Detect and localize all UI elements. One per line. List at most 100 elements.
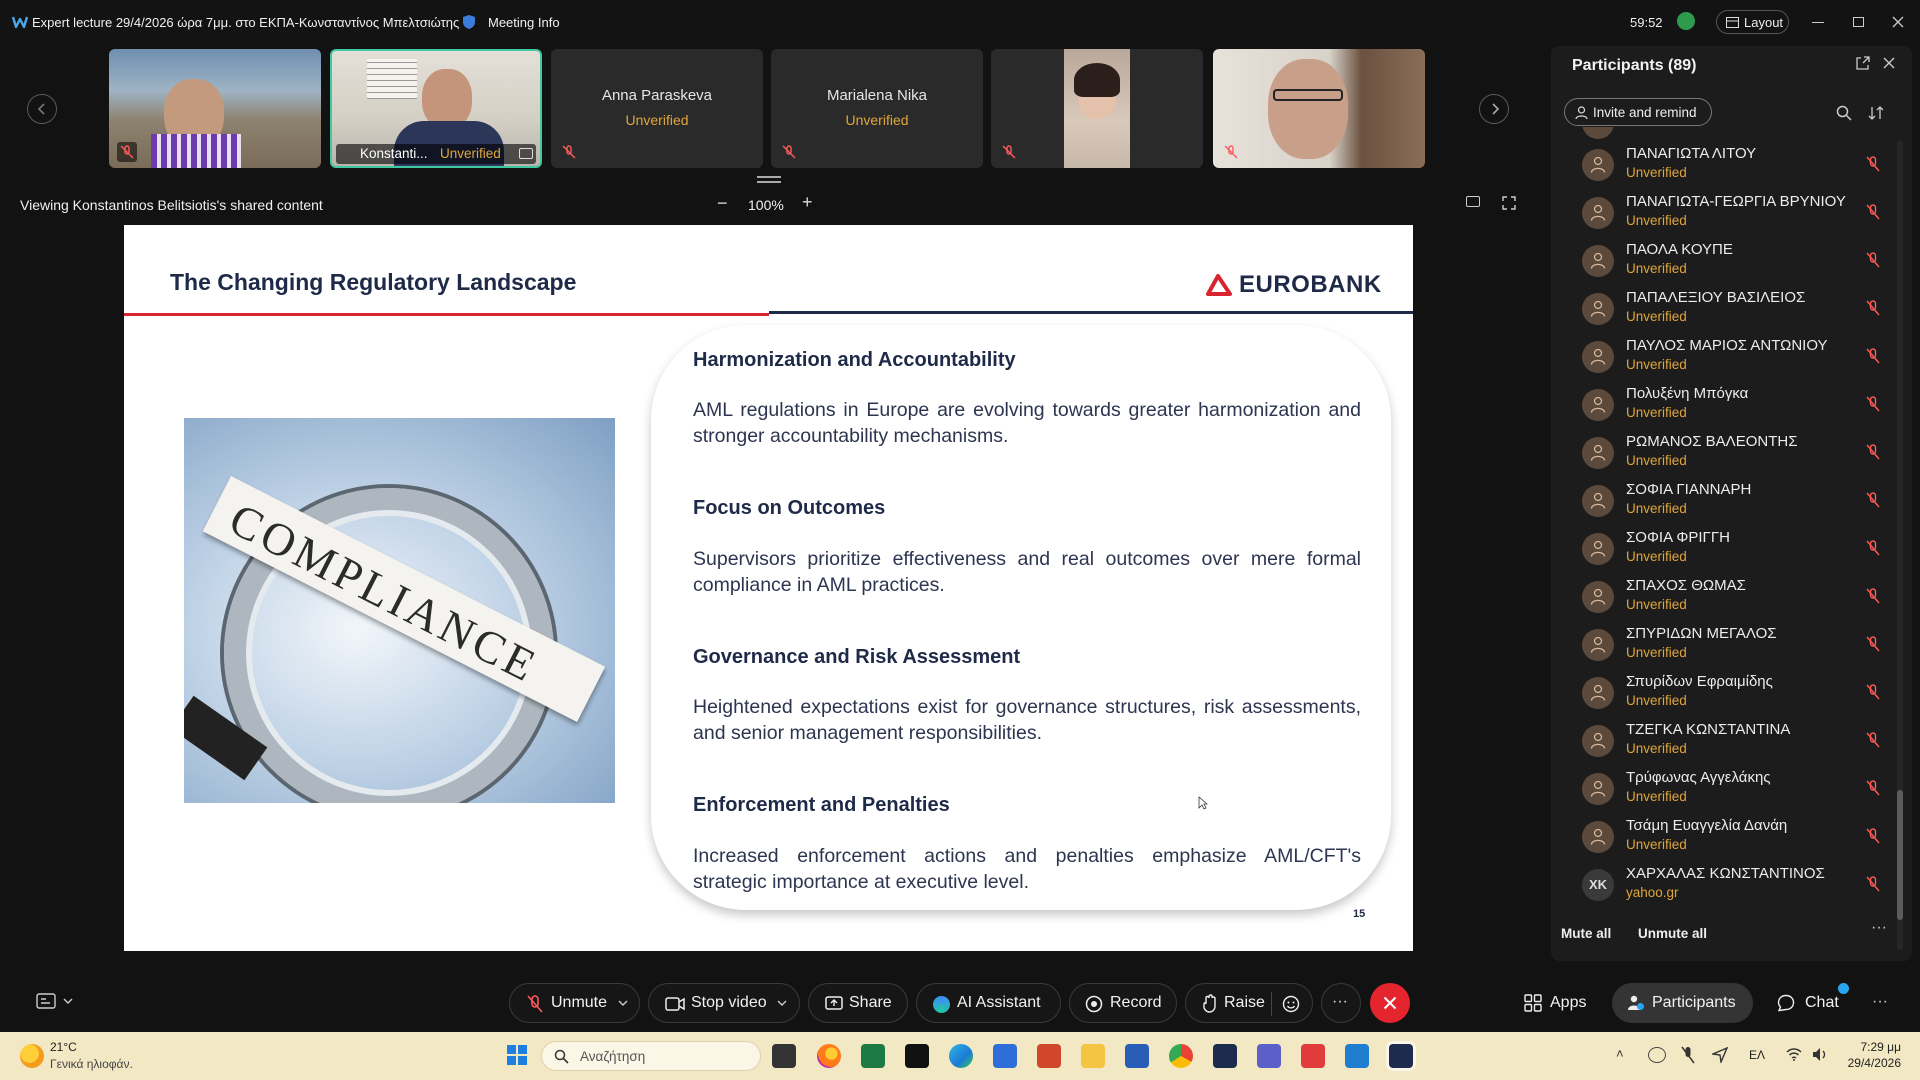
search-icon[interactable]: [1836, 105, 1852, 121]
zoom-out-button[interactable]: −: [717, 193, 728, 214]
store-icon[interactable]: [993, 1044, 1017, 1068]
participant-list-item[interactable]: Πολυξένη Μπόγκα Unverified: [1582, 381, 1902, 429]
mic-muted-icon[interactable]: [1864, 347, 1882, 365]
start-button[interactable]: [507, 1045, 527, 1065]
teamviewer-icon[interactable]: [1345, 1044, 1369, 1068]
wifi-icon[interactable]: [1786, 1048, 1802, 1061]
anydesk-icon[interactable]: [1301, 1044, 1325, 1068]
mic-muted-icon[interactable]: [1864, 395, 1882, 413]
zoom-in-button[interactable]: +: [802, 192, 813, 213]
mic-muted-icon[interactable]: [1864, 635, 1882, 653]
volume-icon[interactable]: [1812, 1047, 1828, 1062]
video-tile[interactable]: Marialena Nika Unverified: [771, 49, 983, 168]
meeting-info-link[interactable]: Meeting Info: [488, 15, 560, 30]
sort-icon[interactable]: [1868, 105, 1884, 121]
weather-sun-icon[interactable]: [20, 1044, 44, 1068]
close-panel-icon[interactable]: [1883, 57, 1895, 69]
participant-list-item[interactable]: ΠΑΟΛΑ ΚΟΥΠΕ Unverified: [1582, 237, 1902, 285]
unmute-button[interactable]: Unmute: [509, 983, 640, 1023]
excel-icon[interactable]: [861, 1044, 885, 1068]
mic-muted-icon[interactable]: [1864, 203, 1882, 221]
apps-button[interactable]: Apps: [1521, 983, 1593, 1023]
weather-temperature[interactable]: 21°C: [50, 1040, 77, 1054]
minimize-icon[interactable]: [1812, 22, 1824, 23]
mic-muted-icon[interactable]: [1864, 251, 1882, 269]
video-strip-next-button[interactable]: [1479, 94, 1509, 124]
participant-list-item[interactable]: ΠΑΠΑΛΕΞΙΟΥ ΒΑΣΙΛΕΙΟΣ Unverified: [1582, 285, 1902, 333]
participant-list-item[interactable]: ΠΑΥΛΟΣ ΜΑΡΙΟΣ ΑΝΤΩΝΙΟΥ Unverified: [1582, 333, 1902, 381]
more-options-icon[interactable]: ···: [1871, 919, 1887, 937]
mic-muted-icon[interactable]: [1864, 731, 1882, 749]
location-arrow-icon[interactable]: [1712, 1047, 1728, 1063]
captions-icon[interactable]: [36, 993, 56, 1009]
fullscreen-icon[interactable]: [1502, 196, 1516, 210]
participant-list-item[interactable]: ΣΠΑΧΟΣ ΘΩΜΑΣ Unverified: [1582, 573, 1902, 621]
weather-description[interactable]: Γενικά ηλιοφάν.: [50, 1057, 133, 1071]
share-button[interactable]: Share: [808, 983, 908, 1023]
ai-assistant-button[interactable]: AI Assistant: [916, 983, 1061, 1023]
word-icon[interactable]: [1125, 1044, 1149, 1068]
tray-chevron-up-icon[interactable]: ˄: [1616, 1046, 1624, 1061]
tradingview-icon[interactable]: [905, 1044, 929, 1068]
webex-icon[interactable]: [1213, 1044, 1237, 1068]
powerpoint-icon[interactable]: [1037, 1044, 1061, 1068]
video-tile[interactable]: [109, 49, 321, 168]
record-button[interactable]: Record: [1069, 983, 1177, 1023]
unmute-all-button[interactable]: Unmute all: [1638, 926, 1707, 941]
video-tile[interactable]: [1213, 49, 1425, 168]
mic-muted-icon[interactable]: [1864, 443, 1882, 461]
participant-list-item[interactable]: ΤΖΕΓΚΑ ΚΩΝΣΤΑΝΤΙΝΑ Unverified: [1582, 717, 1902, 765]
stop-video-button[interactable]: Stop video: [648, 983, 800, 1023]
restore-icon[interactable]: [1853, 17, 1864, 27]
participant-list-item[interactable]: ΠΑΝΑΓΙΩΤΑ ΛΙΤΟΥ Unverified: [1582, 141, 1902, 189]
close-icon[interactable]: [1892, 16, 1904, 28]
participant-list-item[interactable]: ΣΠΥΡΙΔΩΝ ΜΕΓΑΛΟΣ Unverified: [1582, 621, 1902, 669]
teams-icon[interactable]: [1257, 1044, 1281, 1068]
taskbar-search[interactable]: Αναζήτηση: [541, 1041, 761, 1071]
chat-button[interactable]: Chat: [1774, 983, 1849, 1023]
invite-and-remind-button[interactable]: Invite and remind: [1564, 98, 1712, 126]
reactions-icon[interactable]: [1282, 994, 1301, 1013]
more-controls-button[interactable]: ···: [1321, 983, 1361, 1023]
mic-muted-icon[interactable]: [1864, 827, 1882, 845]
participant-list-item[interactable]: ΣΟΦΙΑ ΓΙΑΝΝΑΡΗ Unverified: [1582, 477, 1902, 525]
participants-button[interactable]: Participants: [1612, 983, 1753, 1023]
mic-muted-icon[interactable]: [1864, 539, 1882, 557]
mute-all-button[interactable]: Mute all: [1561, 926, 1611, 941]
mic-muted-icon[interactable]: [1864, 299, 1882, 317]
video-tile[interactable]: Anna Paraskeva Unverified: [551, 49, 763, 168]
task-view-icon[interactable]: [772, 1044, 796, 1068]
layout-button[interactable]: Layout: [1716, 10, 1789, 34]
mic-muted-icon[interactable]: [1864, 683, 1882, 701]
chrome-icon[interactable]: [1169, 1044, 1193, 1068]
chevron-down-icon[interactable]: [63, 998, 73, 1005]
mic-muted-icon[interactable]: [1864, 155, 1882, 173]
participant-list-item[interactable]: Σπυρίδων Εφραιμίδης Unverified: [1582, 669, 1902, 717]
popout-icon[interactable]: [1856, 56, 1870, 70]
popout-share-icon[interactable]: [1466, 196, 1480, 207]
clock-time[interactable]: 7:29 μμ: [1841, 1040, 1901, 1054]
onedrive-icon[interactable]: [1648, 1047, 1666, 1063]
participant-list-item[interactable]: ΣΟΦΙΑ ΦΡΙΓΓΗ Unverified: [1582, 525, 1902, 573]
file-explorer-icon[interactable]: [1081, 1044, 1105, 1068]
raise-hand-button[interactable]: Raise: [1185, 983, 1313, 1023]
mic-muted-icon[interactable]: [1864, 779, 1882, 797]
mic-muted-icon[interactable]: [1864, 491, 1882, 509]
participant-list-item[interactable]: ΡΩΜΑΝΟΣ ΒΑΛΕΟΝΤΗΣ Unverified: [1582, 429, 1902, 477]
clock-date[interactable]: 29/4/2026: [1841, 1056, 1901, 1070]
chevron-down-icon[interactable]: [777, 1000, 787, 1007]
video-tile[interactable]: [991, 49, 1203, 168]
mic-muted-icon[interactable]: [1681, 1046, 1695, 1064]
video-strip-prev-button[interactable]: [27, 94, 57, 124]
input-language[interactable]: ΕΛ: [1749, 1048, 1765, 1062]
video-tile-active-speaker[interactable]: Konstanti... Unverified: [330, 49, 542, 168]
edge-icon[interactable]: [949, 1044, 973, 1068]
mic-muted-icon[interactable]: [1864, 587, 1882, 605]
participant-list-item[interactable]: Τσάμη Ευαγγελία Δανάη Unverified: [1582, 813, 1902, 861]
strip-resize-handle[interactable]: [757, 176, 781, 178]
firefox-icon[interactable]: [817, 1044, 841, 1068]
chevron-down-icon[interactable]: [618, 1000, 628, 1007]
webex-meeting-active-icon[interactable]: [1389, 1044, 1413, 1068]
mic-muted-icon[interactable]: [1864, 875, 1882, 893]
more-options-icon[interactable]: ···: [1872, 993, 1888, 1011]
